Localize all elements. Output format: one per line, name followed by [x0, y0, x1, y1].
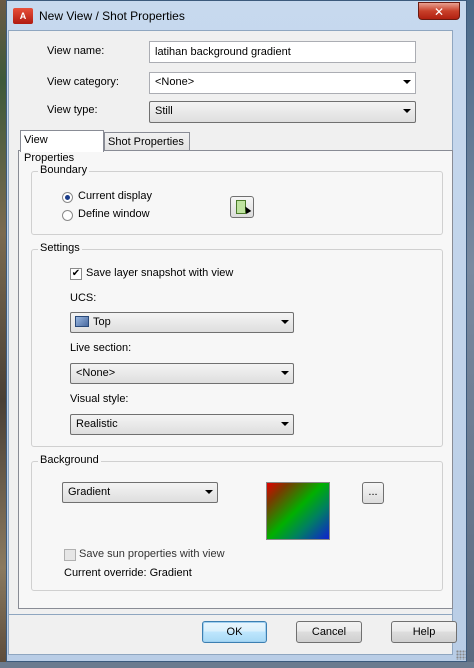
background-settings-button[interactable]: ... [362, 482, 384, 504]
desktop-background-bottom [0, 662, 474, 668]
current-display-label: Current display [78, 190, 152, 202]
chevron-down-icon [403, 80, 411, 84]
chevron-down-icon [205, 490, 213, 494]
chevron-down-icon [281, 422, 289, 426]
view-name-input[interactable]: latihan background gradient [149, 41, 416, 63]
visual-style-value: Realistic [76, 418, 118, 430]
resize-grip[interactable] [456, 650, 466, 660]
settings-group: Settings ✔ Save layer snapshot with view… [31, 242, 443, 447]
live-section-label: Live section: [70, 342, 132, 354]
current-display-radio[interactable] [62, 192, 73, 203]
settings-title: Settings [38, 242, 82, 254]
ok-button[interactable]: OK [202, 621, 267, 643]
current-override-text: Current override: Gradient [64, 567, 192, 579]
view-category-label: View category: [47, 76, 119, 88]
chevron-down-icon [403, 109, 411, 113]
background-type-value: Gradient [68, 486, 111, 498]
define-window-label: Define window [78, 208, 150, 220]
view-category-combo[interactable]: <None> [149, 72, 416, 94]
background-type-combo[interactable]: Gradient [62, 482, 218, 503]
visual-style-combo[interactable]: Realistic [70, 414, 294, 435]
ucs-value: Top [93, 316, 111, 328]
close-button[interactable]: ✕ [418, 2, 460, 20]
boundary-group: Boundary Current display Define window [31, 164, 443, 235]
view-name-label: View name: [47, 45, 105, 57]
save-sun-properties-label: Save sun properties with view [79, 548, 225, 560]
chevron-down-icon [281, 320, 289, 324]
chevron-down-icon [281, 371, 289, 375]
background-group: Background Gradient ... Save sun propert… [31, 454, 443, 591]
view-type-label: View type: [47, 104, 98, 116]
define-window-pick-button[interactable] [230, 196, 254, 218]
tab-view-properties[interactable]: View Properties [20, 130, 104, 164]
ucs-icon [75, 316, 89, 327]
save-layer-snapshot-label: Save layer snapshot with view [86, 267, 234, 279]
save-layer-snapshot-checkbox[interactable]: ✔ [70, 268, 82, 280]
view-type-value: Still [155, 105, 173, 117]
help-button[interactable]: Help [391, 621, 457, 643]
view-properties-panel: Boundary Current display Define window S… [18, 150, 453, 609]
autocad-app-icon: A [13, 8, 33, 24]
title-bar: A New View / Shot Properties ✕ [7, 1, 466, 31]
window-title: New View / Shot Properties [39, 9, 185, 23]
view-category-value: <None> [155, 76, 195, 88]
cancel-button[interactable]: Cancel [296, 621, 362, 643]
live-section-combo[interactable]: <None> [70, 363, 294, 384]
define-window-radio[interactable] [62, 210, 73, 221]
tab-shot-properties[interactable]: Shot Properties [104, 132, 190, 152]
ucs-combo[interactable]: Top [70, 312, 294, 333]
live-section-value: <None> [76, 367, 116, 379]
view-type-combo[interactable]: Still [149, 101, 416, 123]
save-sun-properties-checkbox[interactable] [64, 549, 76, 561]
visual-style-label: Visual style: [70, 393, 129, 405]
ucs-label: UCS: [70, 292, 97, 304]
background-title: Background [38, 454, 101, 466]
desktop-background-right [466, 0, 474, 668]
gradient-preview [266, 482, 330, 540]
